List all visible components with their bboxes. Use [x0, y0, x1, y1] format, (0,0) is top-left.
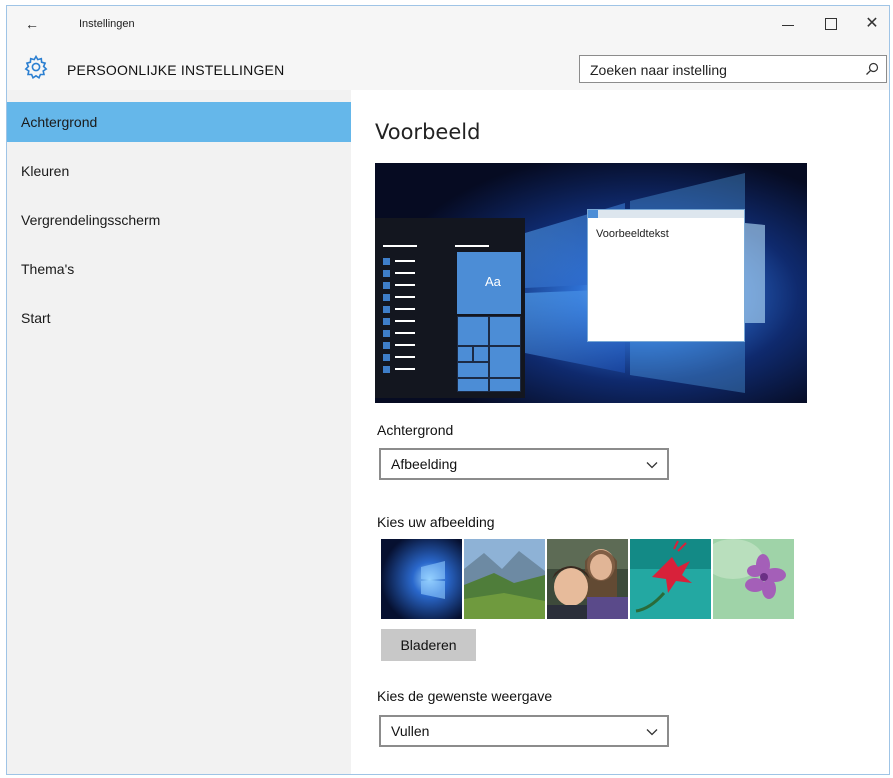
search-input-text: Zoeken naar instelling [590, 62, 727, 78]
thumbnail-two-children[interactable] [547, 539, 628, 619]
tiles-header-line [455, 245, 489, 247]
back-arrow-icon: ← [25, 16, 39, 32]
back-button[interactable]: ← [21, 14, 43, 34]
preview-heading: Voorbeeld [375, 120, 481, 144]
search-input[interactable]: Zoeken naar instelling [579, 55, 887, 83]
mountain-valley-image [464, 539, 545, 619]
tile [473, 346, 489, 362]
window-title: Instellingen [79, 18, 135, 30]
tile [457, 316, 489, 346]
sidebar-item-kleuren[interactable]: Kleuren [7, 151, 351, 191]
main-content: Voorbeeld Aa Voorbeeldtekst Achtergrond … [351, 90, 889, 774]
title-bar: ← Instellingen ✕ [7, 6, 889, 44]
thumbnail-mountain-valley[interactable] [464, 539, 545, 619]
sidebar-item-vergrendelingsscherm[interactable]: Vergrendelingsscherm [7, 200, 351, 240]
sidebar-item-achtergrond[interactable]: Achtergrond [7, 102, 351, 142]
minimize-button[interactable] [773, 12, 803, 36]
fit-dropdown[interactable]: Vullen [379, 715, 669, 747]
sample-text: Voorbeeldtekst [596, 228, 669, 240]
list-item [383, 366, 419, 373]
list-item [383, 294, 419, 301]
tile [457, 346, 473, 362]
tile [489, 346, 521, 378]
tile-label: Aa [485, 274, 501, 289]
windows-hero-image [381, 539, 462, 619]
close-icon: ✕ [865, 15, 879, 32]
background-dropdown-value: Afbeelding [391, 456, 458, 472]
sample-window-titlebar [588, 210, 744, 218]
settings-header: PERSOONLIJKE INSTELLINGEN Zoeken naar in… [7, 44, 889, 90]
list-item [383, 306, 419, 313]
list-item [383, 258, 419, 265]
thumbnail-red-flower[interactable] [630, 539, 711, 619]
tile [457, 378, 489, 392]
chevron-down-icon [646, 729, 658, 736]
browse-button[interactable]: Bladeren [381, 629, 476, 661]
list-item [383, 354, 419, 361]
page-title: PERSOONLIJKE INSTELLINGEN [67, 62, 285, 78]
thumbnail-windows-hero[interactable] [381, 539, 462, 619]
thumbnail-purple-flower[interactable] [713, 539, 794, 619]
list-item [383, 270, 419, 277]
background-label: Achtergrond [377, 422, 454, 438]
tile [489, 378, 521, 392]
start-menu-preview: Aa [375, 218, 525, 398]
gear-icon [24, 54, 48, 80]
red-flower-image [630, 539, 711, 619]
sidebar-item-themas[interactable]: Thema's [7, 249, 351, 289]
background-dropdown[interactable]: Afbeelding [379, 448, 669, 480]
desktop-preview: Aa Voorbeeldtekst [375, 163, 807, 403]
list-item [383, 342, 419, 349]
list-header-line [383, 245, 417, 247]
maximize-button[interactable] [815, 12, 845, 36]
list-item [383, 330, 419, 337]
sidebar: Achtergrond Kleuren Vergrendelingsscherm… [7, 90, 351, 774]
settings-window: ← Instellingen ✕ PERSOONLIJKE INSTELLING… [6, 5, 890, 775]
choose-image-label: Kies uw afbeelding [377, 514, 495, 530]
purple-flower-image [713, 539, 794, 619]
sample-window-preview: Voorbeeldtekst [587, 209, 745, 342]
fit-dropdown-value: Vullen [391, 723, 430, 739]
list-item [383, 282, 419, 289]
tile [489, 316, 521, 346]
tile-large: Aa [457, 252, 521, 314]
list-item [383, 318, 419, 325]
two-children-image [547, 539, 628, 619]
chevron-down-icon [646, 462, 658, 469]
close-button[interactable]: ✕ [857, 12, 887, 36]
fit-label: Kies de gewenste weergave [377, 688, 553, 704]
sidebar-item-start[interactable]: Start [7, 298, 351, 338]
tile [457, 362, 489, 378]
search-icon[interactable] [864, 61, 880, 77]
